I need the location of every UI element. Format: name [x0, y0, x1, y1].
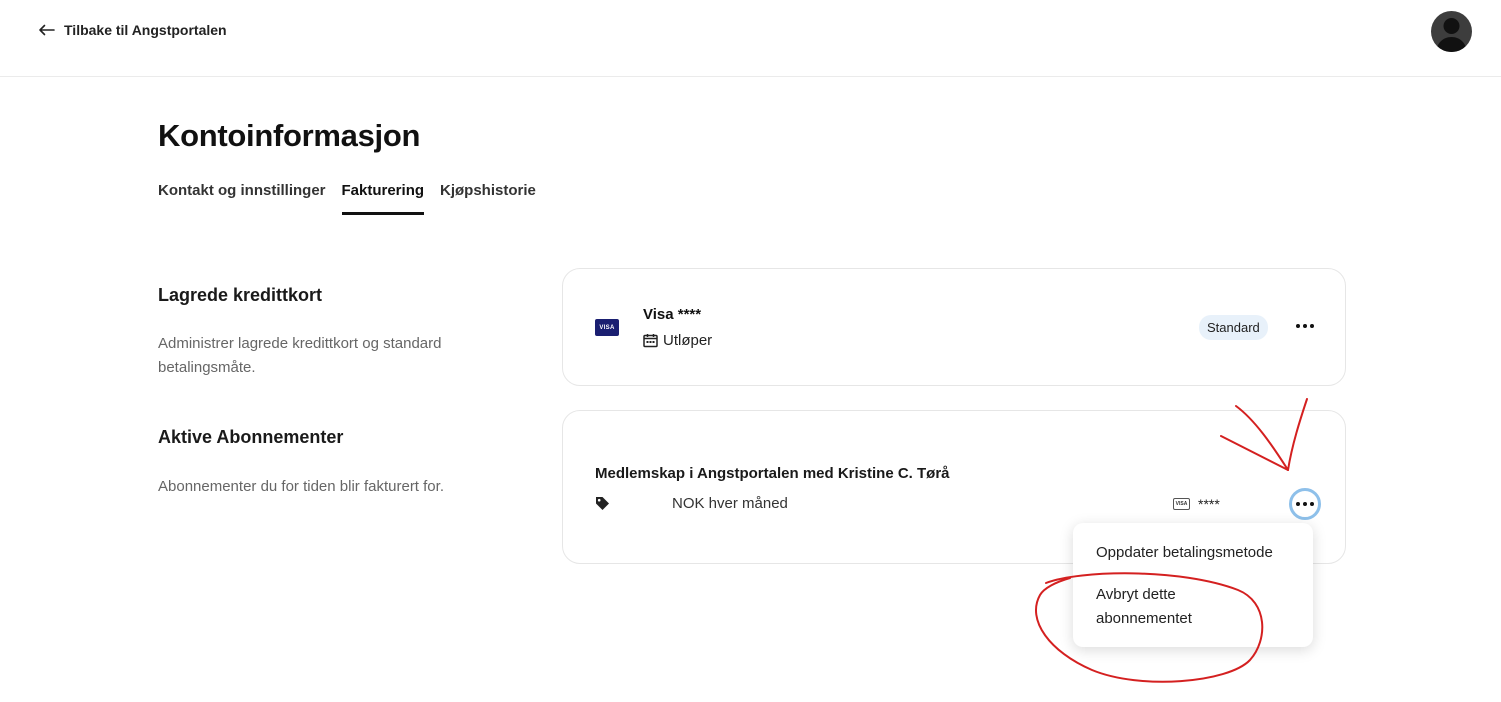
saved-cards-title: Lagrede kredittkort	[158, 285, 323, 305]
credit-card-row: VISA Visa **** Utløper Standard	[562, 268, 1346, 386]
subscription-more-button[interactable]	[1289, 488, 1321, 520]
more-icon	[1296, 502, 1300, 506]
menu-item-cancel-subscription[interactable]: Avbryt dette abonnementet	[1096, 583, 1266, 631]
top-bar: Tilbake til Angstportalen	[0, 0, 1501, 77]
menu-item-update-payment[interactable]: Oppdater betalingsmetode	[1096, 541, 1273, 565]
avatar[interactable]	[1431, 11, 1472, 52]
expiry-label: Utløper	[663, 332, 713, 349]
tab-contact-settings[interactable]: Kontakt og innstillinger	[158, 182, 326, 215]
saved-cards-description: Administrer lagrede kredittkort og stand…	[158, 335, 442, 376]
back-link[interactable]: Tilbake til Angstportalen	[38, 22, 227, 38]
subscription-card: VISA ****	[1173, 496, 1220, 512]
back-link-label: Tilbake til Angstportalen	[64, 22, 227, 38]
calendar-icon	[643, 334, 658, 348]
more-icon	[1296, 324, 1300, 328]
price-label: NOK hver måned	[672, 495, 788, 512]
card-icon: VISA	[1173, 498, 1190, 510]
card-mask: ****	[1198, 496, 1220, 512]
subscription-menu: Oppdater betalingsmetode Avbryt dette ab…	[1073, 523, 1313, 647]
visa-logo: VISA	[595, 319, 619, 336]
arrow-left-icon	[39, 24, 55, 36]
subscription-price: NOK hver måned	[595, 495, 788, 512]
card-more-button[interactable]	[1291, 312, 1319, 340]
subscription-name: Medlemskap i Angstportalen med Kristine …	[595, 465, 950, 482]
tag-icon	[596, 497, 609, 510]
subscriptions-title: Aktive Abonnementer	[158, 427, 344, 447]
page-title: Kontoinformasjon	[158, 118, 421, 153]
tab-purchase-history[interactable]: Kjøpshistorie	[440, 182, 536, 215]
subscriptions-description: Abonnementer du for tiden blir fakturert…	[158, 478, 444, 495]
card-name: Visa ****	[643, 306, 702, 323]
tabs: Kontakt og innstillinger Fakturering Kjø…	[158, 182, 536, 215]
user-silhouette-icon	[1436, 18, 1467, 52]
tab-billing[interactable]: Fakturering	[341, 182, 424, 215]
default-badge: Standard	[1199, 315, 1268, 340]
card-expiry: Utløper	[643, 332, 712, 349]
